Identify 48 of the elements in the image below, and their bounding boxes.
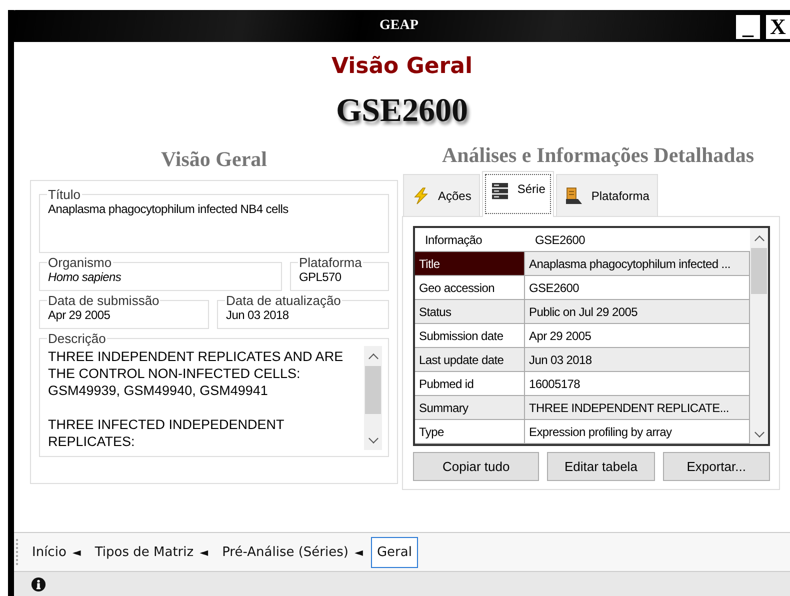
table-cell: Status [415, 300, 525, 324]
field-label: Título [47, 187, 82, 202]
section-heading: Visão Geral [161, 146, 267, 172]
window-title: GEAP [380, 18, 418, 34]
breadcrumb-link[interactable]: Pré-Análise (Séries) [216, 536, 354, 568]
action-button[interactable]: Copiar tudo [413, 452, 540, 481]
section-heading: Análises e Informações Detalhadas [442, 142, 754, 168]
action-button[interactable]: Exportar... [662, 452, 770, 481]
field-label: Plataforma [298, 255, 363, 270]
field-label: Data de atualização [225, 293, 342, 308]
close-button[interactable]: X [766, 15, 790, 39]
field-label: Descrição [47, 331, 107, 346]
tab[interactable]: Plataforma [556, 174, 658, 216]
breadcrumb-separator: ◄ [200, 546, 208, 558]
breadcrumb-link[interactable]: Tipos de Matriz [88, 536, 200, 568]
table-cell: Summary [415, 396, 525, 420]
minimize-button[interactable]: _ [736, 15, 760, 39]
scrollbar[interactable] [364, 346, 382, 450]
document-icon [565, 186, 584, 204]
field-value: Jun 03 2018 [226, 308, 290, 322]
series-id: GSE2600 [336, 92, 468, 130]
table-cell: Last update date [415, 348, 525, 372]
tab[interactable]: Ações [403, 174, 480, 216]
field-label: Data de submissão [47, 293, 160, 308]
page-title: Visão Geral [331, 53, 473, 81]
action-button[interactable]: Editar tabela [547, 452, 655, 481]
table-cell: Anaplasma phagocytophilum infected ... [525, 252, 750, 276]
breadcrumb-link[interactable]: Início [26, 536, 72, 568]
breadcrumb-separator: ◄ [354, 546, 363, 558]
field-value: Apr 29 2005 [48, 308, 112, 322]
field-value: GPL570 [299, 270, 342, 284]
server-icon [491, 182, 510, 200]
bolt-icon [412, 186, 430, 204]
breadcrumb-separator: ◄ [72, 546, 81, 558]
table-cell: Jun 03 2018 [525, 348, 750, 372]
info-icon[interactable] [31, 576, 46, 592]
table-cell: Title [415, 252, 525, 276]
table-cell: Public on Jul 29 2005 [525, 300, 750, 324]
field-value: Homo sapiens [48, 270, 122, 284]
table-cell: Type [415, 420, 525, 444]
table-cell: Expression profiling by array [525, 420, 750, 444]
tab[interactable]: Série [482, 171, 554, 217]
field-value: Anaplasma phagocytophilum infected NB4 cells [48, 202, 290, 216]
description-text: THREE INDEPENDENT REPLICATES AND ARE THE CONTROL NON-INFECTED CELLS: GSM49939, GSM49940, GSM49941 THREE INFECTED INDEPEDENDENT REPLICATES: [48, 348, 344, 450]
field-label: Organismo [47, 255, 113, 270]
breadcrumb-link[interactable]: Geral [370, 536, 418, 568]
table-cell: THREE INDEPENDENT REPLICATE... [525, 396, 750, 420]
scrollbar[interactable] [750, 228, 768, 444]
